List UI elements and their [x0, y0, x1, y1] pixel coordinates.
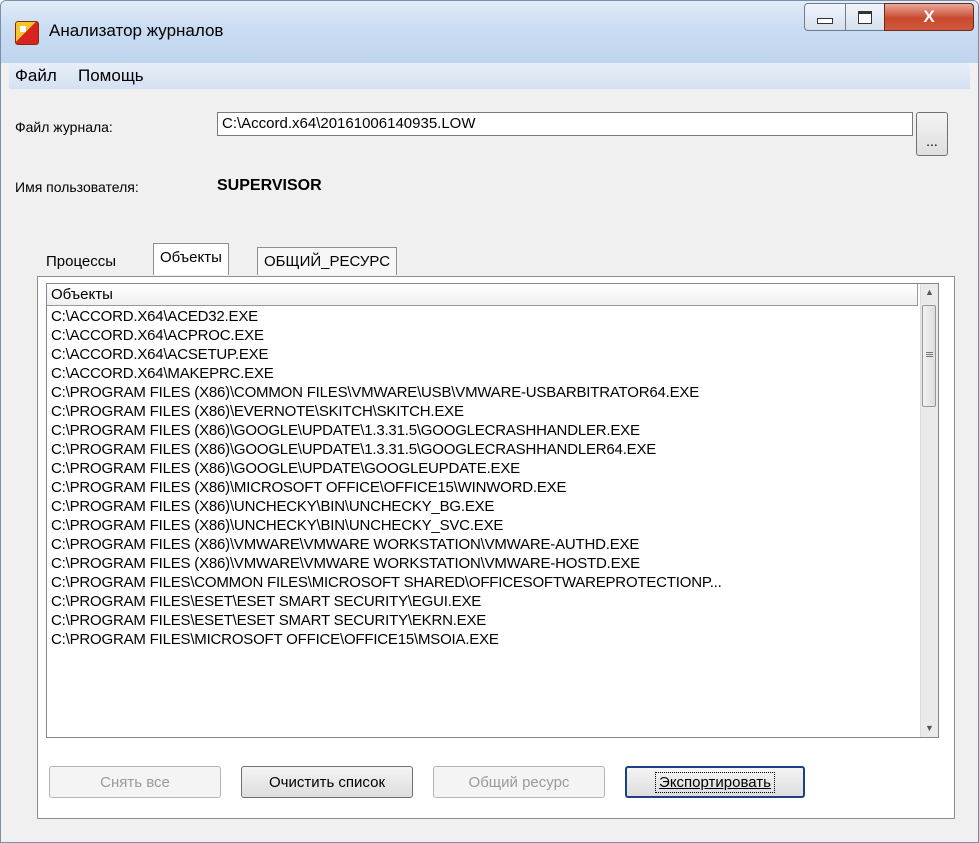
tab-objects[interactable]: Объекты	[153, 243, 229, 275]
list-item[interactable]: C:\PROGRAM FILES (X86)\EVERNOTE\SKITCH\S…	[47, 402, 918, 421]
close-icon: X	[923, 7, 935, 26]
scroll-up-icon[interactable]: ▲	[921, 284, 938, 301]
maximize-button[interactable]	[845, 3, 885, 31]
scroll-thumb[interactable]	[922, 305, 936, 407]
list-item[interactable]: C:\ACCORD.X64\ACSETUP.EXE	[47, 345, 918, 364]
app-icon	[15, 21, 39, 45]
menu-item-file[interactable]: Файл	[15, 66, 57, 86]
list-item[interactable]: C:\PROGRAM FILES (X86)\COMMON FILES\VMWA…	[47, 383, 918, 402]
tab-shared-resource[interactable]: ОБЩИЙ_РЕСУРС	[257, 247, 398, 275]
clear-all-button[interactable]: Снять все	[49, 766, 221, 798]
browse-button[interactable]: ...	[916, 112, 948, 156]
list-item[interactable]: C:\PROGRAM FILES\MICROSOFT OFFICE\OFFICE…	[47, 630, 918, 649]
list-item[interactable]: C:\PROGRAM FILES (X86)\GOOGLE\UPDATE\1.3…	[47, 440, 918, 459]
title-bar[interactable]: Анализатор журналов X	[1, 1, 978, 63]
tab-processes[interactable]: Процессы	[39, 247, 123, 275]
shared-resource-button[interactable]: Общий ресурс	[433, 766, 605, 798]
list-item[interactable]: C:\PROGRAM FILES\ESET\ESET SMART SECURIT…	[47, 592, 918, 611]
log-file-input[interactable]: C:\Accord.x64\20161006140935.LOW	[217, 112, 913, 136]
log-file-label: Файл журнала:	[15, 119, 113, 135]
main-content: Файл журнала: C:\Accord.x64\201610061409…	[9, 89, 970, 834]
column-header-objects[interactable]: Объекты	[47, 284, 918, 306]
menu-bar: Файл Помощь	[9, 63, 970, 89]
objects-list[interactable]: Объекты C:\ACCORD.X64\ACED32.EXE C:\ACCO…	[46, 283, 939, 738]
list-item[interactable]: C:\PROGRAM FILES (X86)\GOOGLE\UPDATE\1.3…	[47, 421, 918, 440]
list-item[interactable]: C:\PROGRAM FILES\COMMON FILES\MICROSOFT …	[47, 573, 918, 592]
vertical-scrollbar[interactable]: ▲ ▼	[920, 284, 938, 737]
minimize-icon	[817, 18, 833, 24]
list-item[interactable]: C:\PROGRAM FILES (X86)\VMWARE\VMWARE WOR…	[47, 554, 918, 573]
close-button[interactable]: X	[884, 3, 974, 31]
user-value: SUPERVISOR	[217, 177, 322, 194]
export-button[interactable]: Экспортировать	[625, 766, 805, 798]
maximize-icon	[858, 10, 872, 24]
clear-list-button[interactable]: Очистить список	[241, 766, 413, 798]
list-item[interactable]: C:\ACCORD.X64\ACED32.EXE	[47, 307, 918, 326]
list-item[interactable]: C:\PROGRAM FILES\ESET\ESET SMART SECURIT…	[47, 611, 918, 630]
list-item[interactable]: C:\PROGRAM FILES (X86)\UNCHECKY\BIN\UNCH…	[47, 516, 918, 535]
list-rows: C:\ACCORD.X64\ACED32.EXE C:\ACCORD.X64\A…	[47, 307, 918, 649]
export-button-label: Экспортировать	[655, 771, 775, 793]
list-item[interactable]: C:\PROGRAM FILES (X86)\VMWARE\VMWARE WOR…	[47, 535, 918, 554]
list-item[interactable]: C:\ACCORD.X64\ACPROC.EXE	[47, 326, 918, 345]
list-item[interactable]: C:\PROGRAM FILES (X86)\UNCHECKY\BIN\UNCH…	[47, 497, 918, 516]
scroll-down-icon[interactable]: ▼	[921, 720, 938, 737]
menu-item-help[interactable]: Помощь	[78, 66, 144, 86]
minimize-button[interactable]	[804, 3, 846, 31]
list-item[interactable]: C:\PROGRAM FILES (X86)\MICROSOFT OFFICE\…	[47, 478, 918, 497]
list-item[interactable]: C:\PROGRAM FILES (X86)\GOOGLE\UPDATE\GOO…	[47, 459, 918, 478]
list-item[interactable]: C:\ACCORD.X64\MAKEPRC.EXE	[47, 364, 918, 383]
window-title: Анализатор журналов	[49, 21, 224, 40]
app-window: Анализатор журналов X Файл Помощь Файл ж…	[0, 0, 979, 843]
grip-icon	[926, 352, 933, 353]
user-label: Имя пользователя:	[15, 179, 139, 195]
